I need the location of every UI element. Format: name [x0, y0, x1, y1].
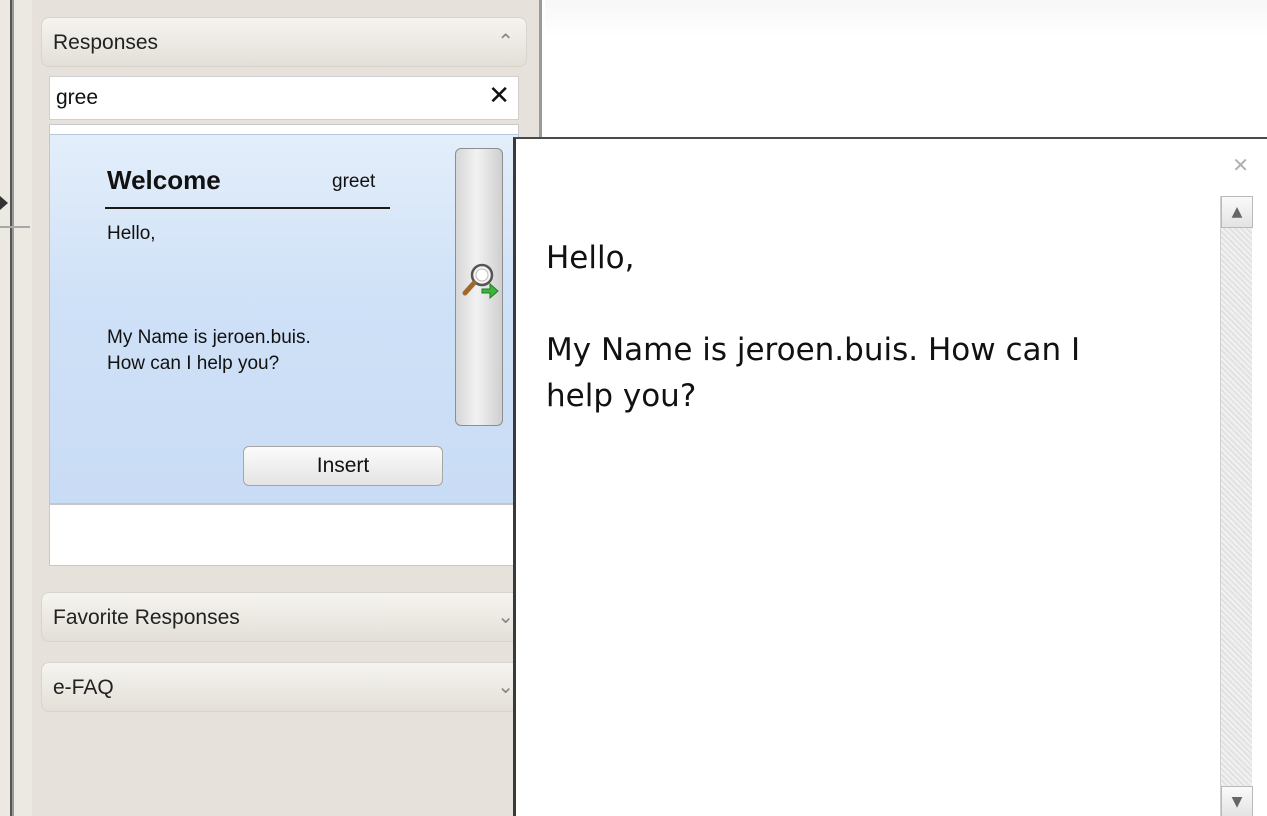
splitter-grip[interactable]	[10, 0, 14, 816]
efaq-title: e-FAQ	[53, 676, 114, 699]
scroll-up-arrow-icon[interactable]: ▲	[1221, 196, 1253, 228]
favorite-responses-section-header[interactable]: Favorite Responses ⌄	[41, 592, 527, 642]
title-underline	[105, 207, 390, 209]
responses-panel: Responses ⌃ ✕ Welcome greet Hello, My Na…	[32, 0, 542, 816]
preview-response-button[interactable]	[455, 148, 503, 426]
results-list-top	[49, 124, 519, 134]
close-icon[interactable]: ✕	[488, 81, 510, 111]
splitter-divider	[0, 226, 30, 228]
response-title: Welcome	[107, 165, 221, 195]
editor-area	[545, 0, 1267, 38]
responses-section-header[interactable]: Responses ⌃	[41, 17, 527, 67]
results-list-bottom	[49, 504, 519, 566]
chevron-down-icon[interactable]: ⌄	[497, 674, 514, 698]
chevron-up-icon[interactable]: ⌃	[497, 29, 514, 53]
panel-splitter[interactable]	[0, 0, 32, 816]
response-shortcut: greet	[332, 171, 376, 192]
response-body: Hello, My Name is jeroen.buis. How can I…	[107, 223, 311, 374]
response-search-input[interactable]	[56, 83, 466, 113]
favorite-responses-title: Favorite Responses	[53, 606, 240, 629]
scroll-down-arrow-icon[interactable]: ▼	[1221, 786, 1253, 816]
insert-button[interactable]: Insert	[243, 446, 443, 486]
magnify-arrow-icon	[462, 263, 499, 300]
chevron-down-icon[interactable]: ⌄	[497, 604, 514, 628]
preview-scrollbar[interactable]: ▲ ▼	[1220, 196, 1253, 816]
response-card[interactable]: Welcome greet Hello, My Name is jeroen.b…	[49, 134, 519, 504]
close-icon[interactable]: ✕	[1232, 153, 1249, 177]
collapse-arrow-icon[interactable]	[0, 196, 8, 210]
responses-section-title: Responses	[53, 31, 159, 54]
response-preview-popup: ✕ Hello, My Name is jeroen.buis. How can…	[513, 137, 1267, 816]
preview-text: Hello, My Name is jeroen.buis. How can I…	[546, 240, 1081, 414]
response-search-box[interactable]: ✕	[49, 76, 519, 120]
efaq-section-header[interactable]: e-FAQ ⌄	[41, 662, 527, 712]
